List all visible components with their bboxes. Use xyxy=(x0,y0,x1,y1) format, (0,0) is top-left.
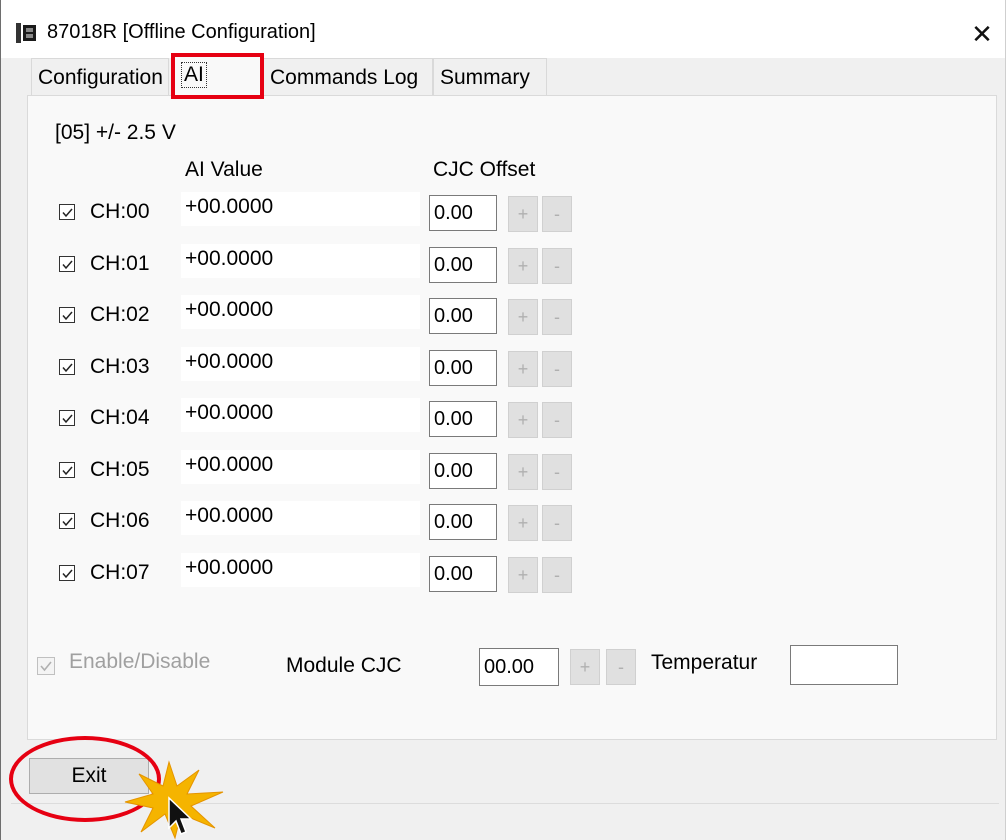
channel-checkbox[interactable] xyxy=(59,204,75,220)
cjc-minus-button[interactable]: - xyxy=(542,402,572,438)
ai-value-field: +00.0000 xyxy=(181,244,420,278)
tab-configuration[interactable]: Configuration xyxy=(31,58,169,96)
title-bar: 87018R [Offline Configuration] ✕ xyxy=(1,0,1005,58)
config-window: 87018R [Offline Configuration] ✕ Configu… xyxy=(0,0,1006,840)
temperature-input[interactable] xyxy=(790,645,898,685)
cjc-minus-button[interactable]: - xyxy=(542,248,572,284)
checkmark-icon xyxy=(62,260,73,270)
cjc-plus-button[interactable]: + xyxy=(508,402,538,438)
module-cjc-minus-button[interactable]: - xyxy=(606,649,636,685)
module-cjc-input[interactable]: 00.00 xyxy=(479,648,559,686)
window-title: 87018R [Offline Configuration] xyxy=(47,21,316,43)
channel-label: CH:03 xyxy=(90,355,150,378)
ai-value-header: AI Value xyxy=(185,158,263,181)
channel-label: CH:06 xyxy=(90,509,150,532)
channel-checkbox[interactable] xyxy=(59,462,75,478)
checkmark-icon xyxy=(40,661,52,672)
ai-value-field: +00.0000 xyxy=(181,347,420,381)
cjc-offset-input[interactable]: 0.00 xyxy=(429,401,497,437)
channel-checkbox[interactable] xyxy=(59,565,75,581)
channel-checkbox[interactable] xyxy=(59,256,75,272)
click-starburst-icon xyxy=(124,760,224,840)
cjc-plus-button[interactable]: + xyxy=(508,505,538,541)
cjc-minus-button[interactable]: - xyxy=(542,196,572,232)
cjc-minus-button[interactable]: - xyxy=(542,299,572,335)
enable-disable-label: Enable/Disable xyxy=(69,650,211,673)
cjc-offset-input[interactable]: 0.00 xyxy=(429,350,497,386)
cjc-minus-button[interactable]: - xyxy=(542,454,572,490)
tab-summary[interactable]: Summary xyxy=(433,58,547,96)
cjc-offset-input[interactable]: 0.00 xyxy=(429,298,497,334)
channel-label: CH:07 xyxy=(90,561,150,584)
cjc-offset-input[interactable]: 0.00 xyxy=(429,195,497,231)
checkmark-icon xyxy=(62,517,73,527)
checkmark-icon xyxy=(62,363,73,373)
ai-value-field: +00.0000 xyxy=(181,553,420,587)
cjc-plus-button[interactable]: + xyxy=(508,248,538,284)
module-cjc-plus-button[interactable]: + xyxy=(570,649,600,685)
channel-label: CH:01 xyxy=(90,252,150,275)
cjc-offset-input[interactable]: 0.00 xyxy=(429,556,497,592)
checkmark-icon xyxy=(62,208,73,218)
ai-value-field: +00.0000 xyxy=(181,192,420,226)
channel-label: CH:02 xyxy=(90,303,150,326)
channel-checkbox[interactable] xyxy=(59,410,75,426)
checkmark-icon xyxy=(62,311,73,321)
cjc-minus-button[interactable]: - xyxy=(542,505,572,541)
cjc-offset-input[interactable]: 0.00 xyxy=(429,453,497,489)
close-icon[interactable]: ✕ xyxy=(959,14,1005,54)
ai-value-field: +00.0000 xyxy=(181,295,420,329)
cjc-offset-header: CJC Offset xyxy=(433,158,536,181)
cjc-plus-button[interactable]: + xyxy=(508,299,538,335)
temperature-label: Temperatur xyxy=(651,651,758,674)
tab-commands-log[interactable]: Commands Log xyxy=(263,58,433,96)
range-label: [05] +/- 2.5 V xyxy=(55,121,176,144)
ai-value-field: +00.0000 xyxy=(181,450,420,484)
checkmark-icon xyxy=(62,466,73,476)
channel-checkbox[interactable] xyxy=(59,359,75,375)
enable-disable-checkbox[interactable] xyxy=(37,657,55,675)
module-cjc-label: Module CJC xyxy=(286,654,402,677)
ai-value-field: +00.0000 xyxy=(181,398,420,432)
channel-label: CH:05 xyxy=(90,458,150,481)
tab-highlight-box xyxy=(171,53,264,99)
channel-label: CH:00 xyxy=(90,200,150,223)
channel-checkbox[interactable] xyxy=(59,513,75,529)
cjc-plus-button[interactable]: + xyxy=(508,351,538,387)
cjc-minus-button[interactable]: - xyxy=(542,557,572,593)
cjc-plus-button[interactable]: + xyxy=(508,454,538,490)
ai-value-field: +00.0000 xyxy=(181,501,420,535)
cjc-plus-button[interactable]: + xyxy=(508,196,538,232)
checkmark-icon xyxy=(62,414,73,424)
cjc-offset-input[interactable]: 0.00 xyxy=(429,504,497,540)
cjc-plus-button[interactable]: + xyxy=(508,557,538,593)
app-icon xyxy=(16,23,36,43)
channel-label: CH:04 xyxy=(90,406,150,429)
cjc-minus-button[interactable]: - xyxy=(542,351,572,387)
checkmark-icon xyxy=(62,569,73,579)
cjc-offset-input[interactable]: 0.00 xyxy=(429,247,497,283)
channel-checkbox[interactable] xyxy=(59,307,75,323)
